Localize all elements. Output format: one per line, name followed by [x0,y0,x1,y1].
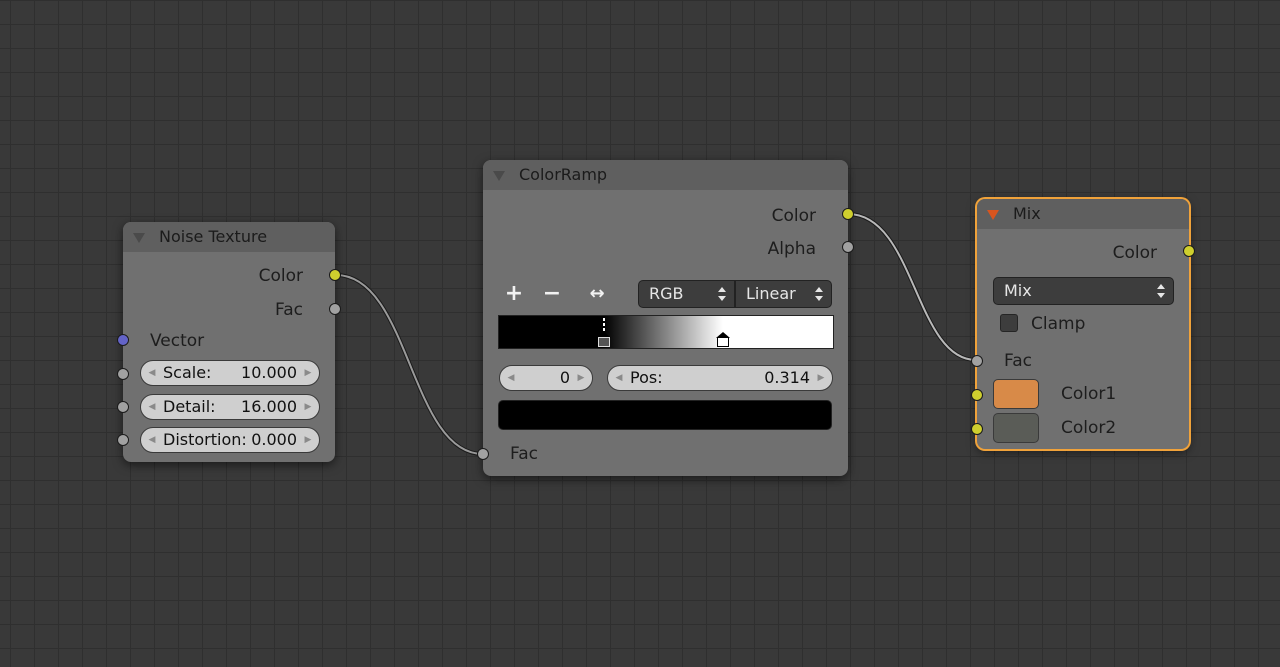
node-header[interactable]: Noise Texture [123,222,335,252]
pos-value: 0.314 [764,368,810,387]
color-ramp-gradient[interactable] [498,315,834,349]
decrement-arrow-icon[interactable]: ◀ [612,366,626,390]
output-alpha-socket[interactable] [842,241,854,253]
increment-arrow-icon[interactable]: ▶ [574,366,588,390]
input-fac-socket[interactable] [477,448,489,460]
output-color-label: Color [258,266,303,286]
collapse-arrow-icon[interactable] [987,210,999,220]
input-vector-socket[interactable] [117,334,129,346]
interpolation-value: Linear [746,284,796,303]
increment-arrow-icon[interactable]: ▶ [814,366,828,390]
output-color-socket[interactable] [1183,245,1195,257]
increment-arrow-icon[interactable]: ▶ [301,361,315,385]
active-stop-value: 0 [559,368,570,387]
stop-body [597,337,610,347]
stop-marker-line [602,318,605,332]
node-header[interactable]: ColorRamp [483,160,848,190]
stop-body [716,337,729,347]
distortion-field[interactable]: ◀ Distortion: 0.000 ▶ [140,427,320,453]
decrement-arrow-icon[interactable]: ◀ [504,366,518,390]
spinner-arrows-icon [815,286,823,302]
color1-swatch[interactable] [993,379,1039,409]
spinner-arrows-icon [1157,283,1165,299]
scale-value: 10.000 [241,363,297,382]
link-noise-color-to-ramp-fac-line [335,274,484,455]
noise-texture-node[interactable]: Noise Texture Color Fac Vector ◀ Scale: … [117,222,341,462]
color2-swatch[interactable] [993,413,1039,443]
output-fac-label: Fac [275,300,303,320]
output-color-label: Color [771,206,816,226]
input-color1-socket[interactable] [971,389,983,401]
node-header[interactable]: Mix [977,199,1189,229]
active-stop-field[interactable]: ◀ 0 ▶ [499,365,593,391]
blend-type-value: Mix [1004,281,1032,300]
increment-arrow-icon[interactable]: ▶ [301,428,315,452]
spinner-arrows-icon [718,286,726,302]
mix-node[interactable]: Mix Color Mix Clamp Fac Color1 Color2 [971,199,1195,449]
input-fac-label: Fac [1004,351,1032,371]
add-stop-button[interactable]: + [502,282,526,306]
colorramp-node[interactable]: ColorRamp Color Alpha + − ↔ RGB Linear ◀… [477,160,854,476]
flip-ramp-button[interactable]: ↔ [585,282,609,306]
link-ramp-color-to-mix-fac-line [847,213,977,361]
node-title: ColorRamp [519,165,608,184]
input-distortion-socket[interactable] [117,434,129,446]
clamp-checkbox[interactable] [1000,314,1018,332]
pos-field[interactable]: ◀ Pos: 0.314 ▶ [607,365,833,391]
color-stop[interactable] [715,332,730,348]
output-color-label: Color [1112,243,1157,263]
clamp-label: Clamp [1031,314,1086,334]
input-fac-socket[interactable] [971,355,983,367]
input-color2-socket[interactable] [971,423,983,435]
collapse-arrow-icon[interactable] [133,233,145,243]
color-stop-active[interactable] [596,318,611,348]
decrement-arrow-icon[interactable]: ◀ [145,395,159,419]
pos-label: Pos: [630,368,663,387]
link-ramp-color-to-mix-fac [847,212,977,362]
distortion-value: 0.000 [251,430,297,449]
detail-value: 16.000 [241,397,297,416]
output-color-socket[interactable] [842,208,854,220]
input-color2-label: Color2 [1061,418,1117,438]
decrement-arrow-icon[interactable]: ◀ [145,361,159,385]
collapse-arrow-icon[interactable] [493,171,505,181]
output-fac-socket[interactable] [329,303,341,315]
output-alpha-label: Alpha [767,239,816,259]
input-fac-label: Fac [510,444,538,464]
distortion-label: Distortion: [163,430,247,449]
interpolation-dropdown[interactable]: Linear [735,280,832,308]
output-color-socket[interactable] [329,269,341,281]
node-editor[interactable]: Noise Texture Color Fac Vector ◀ Scale: … [0,0,1280,667]
scale-label: Scale: [163,363,212,382]
color-mode-value: RGB [649,284,684,303]
decrement-arrow-icon[interactable]: ◀ [145,428,159,452]
node-title: Mix [1013,204,1041,223]
input-scale-socket[interactable] [117,368,129,380]
input-color1-label: Color1 [1061,384,1117,404]
detail-label: Detail: [163,397,216,416]
input-detail-socket[interactable] [117,401,129,413]
scale-field[interactable]: ◀ Scale: 10.000 ▶ [140,360,320,386]
color-mode-dropdown[interactable]: RGB [638,280,735,308]
input-vector-label: Vector [150,331,205,351]
remove-stop-button[interactable]: − [540,282,564,306]
blend-type-dropdown[interactable]: Mix [993,277,1174,305]
increment-arrow-icon[interactable]: ▶ [301,395,315,419]
node-title: Noise Texture [159,227,268,246]
stop-color-swatch[interactable] [498,400,832,430]
detail-field[interactable]: ◀ Detail: 16.000 ▶ [140,394,320,420]
